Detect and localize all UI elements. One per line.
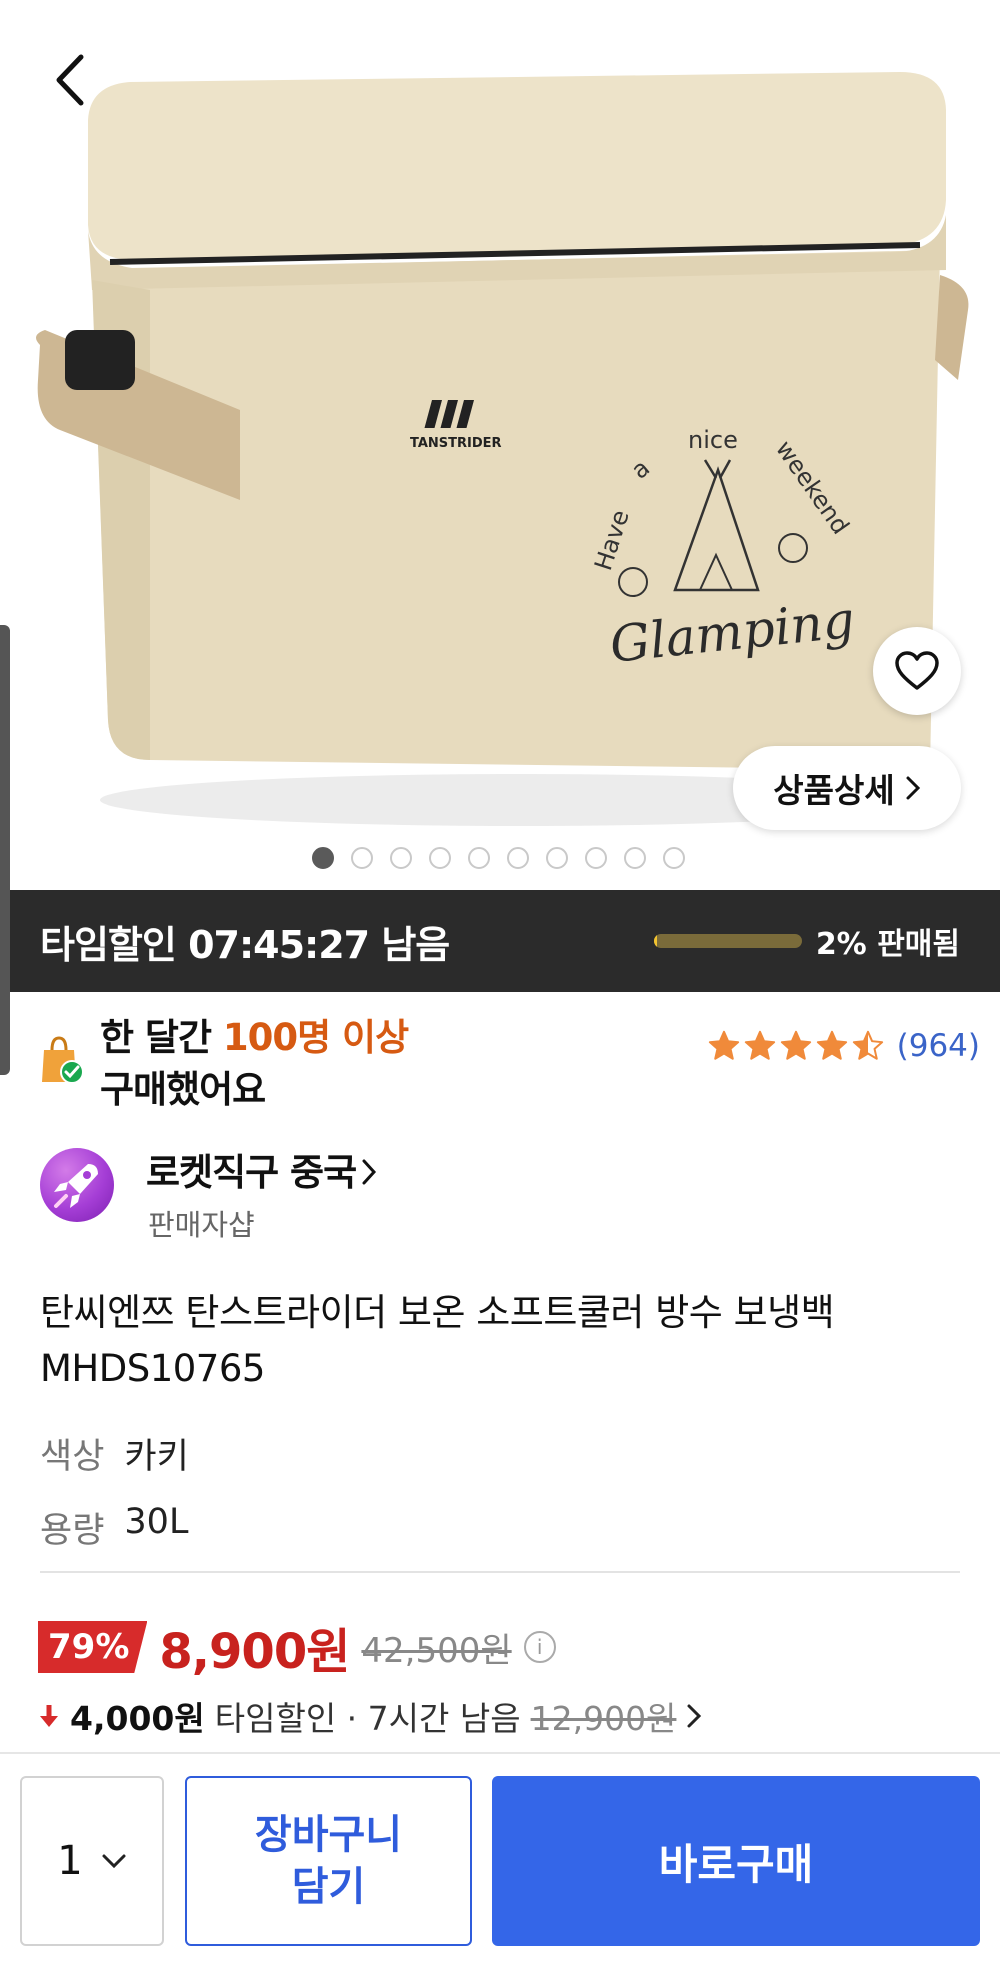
star-icon (816, 1030, 847, 1060)
star-icon (708, 1030, 739, 1060)
price-row: 79% 8,900원 42,500원 i (38, 1612, 556, 1682)
carousel-dot[interactable] (351, 847, 373, 869)
svg-text:TANSTRIDER: TANSTRIDER (410, 436, 502, 451)
option-capacity-key: 용량 (40, 1511, 105, 1551)
scrollbar[interactable] (0, 625, 10, 1075)
sale-price: 8,900원 (159, 1624, 350, 1680)
option-color: 색상 카키 (40, 1428, 189, 1479)
deal-original-price: 12,900원 (530, 1699, 677, 1738)
original-price: 42,500원 (361, 1630, 512, 1671)
proof-prefix: 한 달간 (100, 1016, 223, 1059)
buy-now-button[interactable]: 바로구매 (492, 1776, 980, 1946)
proof-highlight: 100명 이상 (222, 1016, 409, 1059)
carousel-dot[interactable] (663, 847, 685, 869)
shopping-bag-check-icon (42, 1036, 84, 1084)
purchase-proof-text: 한 달간 100명 이상 구매했어요 (100, 1012, 409, 1116)
deal-discount-amount: 4,000원 (70, 1699, 205, 1738)
seller-shop-label: 판매자샵 (148, 1208, 255, 1242)
seller-name-text: 로켓직구 중국 (146, 1151, 357, 1194)
quantity-select[interactable]: 1 (20, 1776, 164, 1946)
chevron-left-icon (56, 54, 84, 106)
rocket-icon (54, 1164, 98, 1208)
review-count: (964) (896, 1028, 980, 1064)
arrow-down-icon (40, 1705, 58, 1727)
purchase-proof-row: 한 달간 100명 이상 구매했어요 (964) (40, 1012, 980, 1112)
carousel-dot[interactable] (390, 847, 412, 869)
option-capacity-value: 30L (124, 1502, 189, 1542)
carousel-dot[interactable] (624, 847, 646, 869)
add-to-cart-line2: 담기 (291, 1864, 366, 1910)
star-icon (780, 1030, 811, 1060)
option-color-value: 카키 (124, 1437, 189, 1477)
carousel-dot[interactable] (429, 847, 451, 869)
timesale-bar: 타임할인 07:45:27 남음 2% 판매됨 (0, 890, 1000, 992)
sold-percent: 2% 판매됨 (815, 927, 960, 962)
proof-line2: 구매했어요 (100, 1068, 266, 1111)
sold-progress-bar (653, 934, 802, 948)
chevron-right-icon (362, 1159, 377, 1185)
quantity-value: 1 (57, 1838, 83, 1884)
timesale-countdown: 타임할인 07:45:27 남음 (40, 922, 450, 967)
star-icon (744, 1030, 775, 1060)
carousel-dot[interactable] (585, 847, 607, 869)
option-color-key: 색상 (40, 1437, 105, 1477)
star-rating (707, 1029, 885, 1063)
discount-badge: 79% (38, 1621, 148, 1673)
carousel-dot[interactable] (312, 847, 334, 869)
info-icon[interactable]: i (523, 1631, 556, 1663)
carousel-pagination (312, 847, 685, 869)
chevron-right-icon (687, 1704, 702, 1728)
chevron-down-icon (102, 1854, 126, 1869)
seller-name: 로켓직구 중국 (146, 1142, 378, 1196)
product-detail-button[interactable]: 상품상세 (733, 746, 961, 830)
star-icon (852, 1030, 883, 1060)
chevron-right-icon (906, 776, 920, 800)
carousel-dot[interactable] (507, 847, 529, 869)
heart-icon (895, 651, 939, 690)
rating-summary[interactable]: (964) (707, 1028, 980, 1064)
option-capacity: 용량 30L (40, 1502, 188, 1553)
carousel-dot[interactable] (468, 847, 490, 869)
add-to-cart-button[interactable]: 장바구니 담기 (185, 1776, 472, 1946)
product-image-carousel[interactable]: TANSTRIDER Have a nice weekend Glamping … (0, 0, 1000, 890)
wishlist-button[interactable] (873, 627, 961, 715)
timesale-deal-row[interactable]: 4,000원 타임할인 · 7시간 남음 12,900원 (38, 1692, 702, 1740)
sold-progress-fill (653, 934, 657, 948)
add-to-cart-line1: 장바구니 (254, 1812, 403, 1858)
divider (40, 1571, 960, 1573)
svg-text:nice: nice (688, 426, 738, 454)
deal-label: 타임할인 · 7시간 남음 (214, 1699, 521, 1738)
product-title: 탄씨엔쯔 탄스트라이더 보온 소프트쿨러 방수 보냉백 MHDS10765 (40, 1291, 835, 1390)
back-button[interactable] (40, 45, 100, 115)
seller-shop-link[interactable]: 로켓직구 중국 판매자샵 (40, 1142, 960, 1246)
product-detail-label: 상품상세 (773, 771, 895, 810)
purchase-bar: 1 장바구니 담기 바로구매 (0, 1752, 1000, 1964)
seller-avatar (40, 1148, 114, 1222)
carousel-dot[interactable] (546, 847, 568, 869)
